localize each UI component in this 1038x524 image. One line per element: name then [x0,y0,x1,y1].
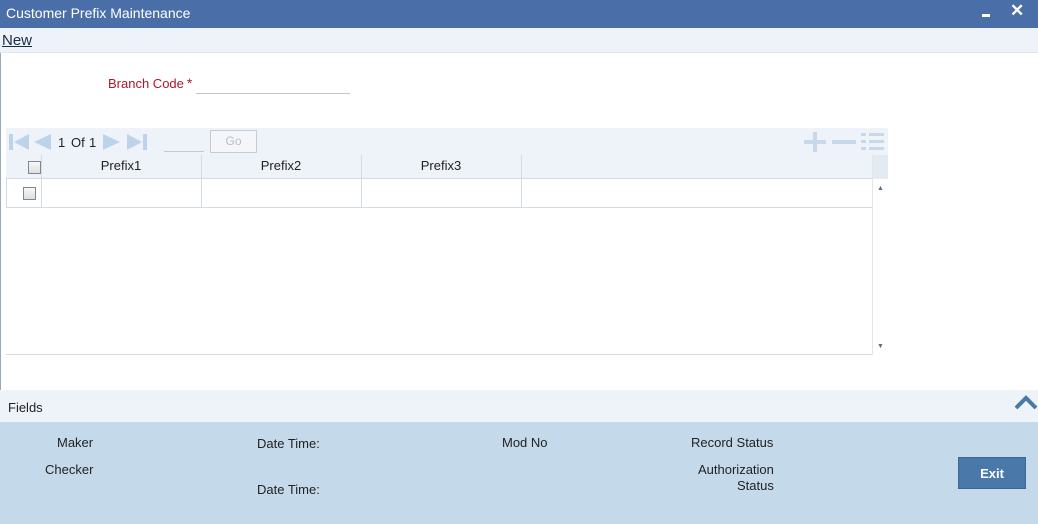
scroll-down-icon[interactable]: ▼ [877,343,884,350]
prev-page-icon[interactable] [32,133,52,151]
scroll-up-icon[interactable]: ▲ [877,185,884,192]
go-button[interactable]: Go [210,130,257,153]
grid-header: Prefix1 Prefix2 Prefix3 [6,155,872,179]
add-row-icon[interactable] [802,132,828,152]
menu-bar: New [0,28,1038,53]
single-record-view-icon[interactable] [860,132,886,152]
exit-button[interactable]: Exit [958,457,1026,489]
total-pages: 1 [89,135,97,150]
fields-bar: Fields [0,390,1038,422]
minimize-icon[interactable] [980,2,994,24]
goto-page-input[interactable] [164,134,204,152]
grid-toolbar: 1 Of 1 Go [6,128,888,155]
fields-toggle[interactable]: Fields [8,400,43,415]
mod-no-label: Mod No [502,435,548,450]
title-bar: Customer Prefix Maintenance ✕ [0,0,1038,28]
column-header-prefix3[interactable]: Prefix3 [361,155,521,179]
grid-scrollbar[interactable]: ▲ ▼ [872,155,888,355]
column-header-prefix2[interactable]: Prefix2 [201,155,361,179]
row-checkbox[interactable] [23,187,36,200]
table-row[interactable] [6,179,872,208]
current-page: 1 [58,135,66,150]
checker-date-time-label: Date Time: [257,482,320,497]
audit-footer: Maker Checker Date Time: Date Time: Mod … [0,422,1038,524]
authorization-status-label-line2: Status [737,478,774,493]
authorization-status-label-line1: Authorization [698,462,774,477]
prefix-grid: Prefix1 Prefix2 Prefix3 ▲ ▼ [6,155,888,355]
branch-code-label: Branch Code * [108,75,193,91]
record-status-label: Record Status [691,435,774,450]
cell-prefix3[interactable] [361,179,521,208]
maker-label: Maker [57,435,94,450]
cell-prefix2[interactable] [201,179,361,208]
last-page-icon[interactable] [126,133,148,151]
window-title: Customer Prefix Maintenance [6,5,191,21]
new-link[interactable]: New [2,32,32,49]
maker-date-time-label: Date Time: [257,436,320,451]
collapse-up-icon[interactable] [1014,393,1038,411]
next-page-icon[interactable] [102,133,122,151]
first-page-icon[interactable] [8,133,30,151]
cell-prefix1[interactable] [41,179,201,208]
close-icon[interactable]: ✕ [1010,1,1024,21]
select-all-checkbox[interactable] [28,161,41,174]
required-mark: * [186,75,193,91]
page-of-label: Of [71,135,85,150]
branch-code-input[interactable] [196,74,350,94]
column-header-prefix1[interactable]: Prefix1 [41,155,201,179]
checker-label: Checker [45,462,94,477]
delete-row-icon[interactable] [830,132,858,152]
